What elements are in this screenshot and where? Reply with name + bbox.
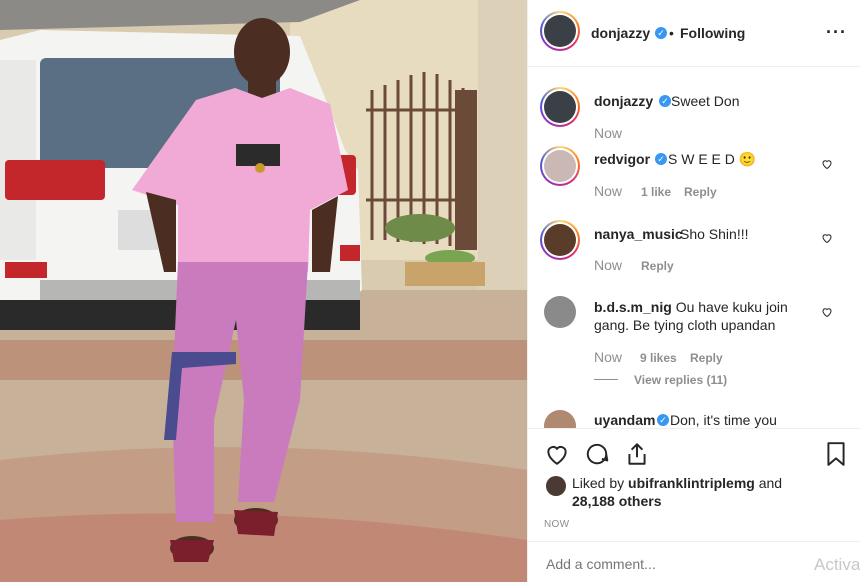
like-heart-icon[interactable] <box>821 306 833 318</box>
likes-and: and <box>758 475 783 491</box>
comment-avatar[interactable] <box>540 220 580 260</box>
comment-text: Sho Shin!!! <box>680 226 749 242</box>
post-timestamp[interactable]: NOW <box>544 519 569 530</box>
reply-button[interactable]: Reply <box>684 185 717 199</box>
view-replies-button[interactable]: View replies (11) <box>634 373 727 387</box>
comment-likes[interactable]: 1 like <box>641 185 671 199</box>
comment-avatar[interactable] <box>540 146 580 186</box>
liker-username[interactable]: ubifranklintriplemg <box>628 475 755 491</box>
comment-time[interactable]: Now <box>594 349 622 365</box>
author-username[interactable]: donjazzy <box>591 25 650 41</box>
caption-avatar[interactable] <box>540 87 580 127</box>
verified-icon: ✓ <box>657 414 669 426</box>
comment-avatar[interactable] <box>544 410 576 428</box>
verified-icon: ✓ <box>655 27 667 39</box>
likes-prefix: Liked by <box>572 475 625 491</box>
verified-icon: ✓ <box>659 95 671 107</box>
comment-username[interactable]: redvigor <box>594 151 650 167</box>
caption-time[interactable]: Now <box>594 125 622 141</box>
caption-username[interactable]: donjazzy <box>594 93 653 109</box>
photo-illustration <box>0 0 527 582</box>
comment-text: S W E E D 🙂 <box>668 151 757 167</box>
caption-text: Sweet Don <box>671 93 740 109</box>
author-avatar[interactable] <box>540 11 580 51</box>
bookmark-icon[interactable] <box>825 441 847 467</box>
header-separator: • <box>669 25 674 41</box>
post-header: donjazzy ✓ • Following ··· <box>528 0 860 67</box>
post-side-panel: donjazzy ✓ • Following ··· donjazzy ✓ Sw… <box>527 0 860 582</box>
like-heart-icon[interactable] <box>821 232 833 244</box>
comment-body: b.d.s.m_nig Ou have kuku join gang. Be t… <box>594 298 804 334</box>
following-button[interactable]: Following <box>680 25 745 41</box>
reply-button[interactable]: Reply <box>641 259 674 273</box>
comment-avatar[interactable] <box>544 296 576 328</box>
comment-text: Don, it's time you <box>670 412 777 428</box>
like-heart-icon[interactable] <box>544 441 570 467</box>
replies-divider <box>594 379 618 380</box>
reply-button[interactable]: Reply <box>690 351 723 365</box>
comment-username[interactable]: nanya_music <box>594 226 683 242</box>
like-heart-icon[interactable] <box>821 158 833 170</box>
likes-summary: Liked by ubifranklintriplemg and 28,188 … <box>572 474 842 510</box>
add-comment-input[interactable] <box>544 552 798 576</box>
post-actions: Liked by ubifranklintriplemg and 28,188 … <box>528 428 860 543</box>
comment-username[interactable]: b.d.s.m_nig <box>594 299 672 315</box>
liker-avatar[interactable] <box>546 476 566 496</box>
share-icon[interactable] <box>624 441 650 467</box>
add-comment-bar: Activa <box>528 541 860 583</box>
comment-likes[interactable]: 9 likes <box>640 351 677 365</box>
comment-icon[interactable] <box>584 441 610 467</box>
comment-username[interactable]: uyandam <box>594 412 655 428</box>
comment-time[interactable]: Now <box>594 183 622 199</box>
comment-time[interactable]: Now <box>594 257 622 273</box>
os-watermark: Activa <box>814 555 860 574</box>
post-photo[interactable] <box>0 0 527 582</box>
verified-icon: ✓ <box>655 153 667 165</box>
comment-clip: uyandam ✓ Don, it's time you <box>528 405 860 428</box>
more-horizontal-icon[interactable]: ··· <box>826 22 847 43</box>
likes-others[interactable]: 28,188 others <box>572 493 662 509</box>
